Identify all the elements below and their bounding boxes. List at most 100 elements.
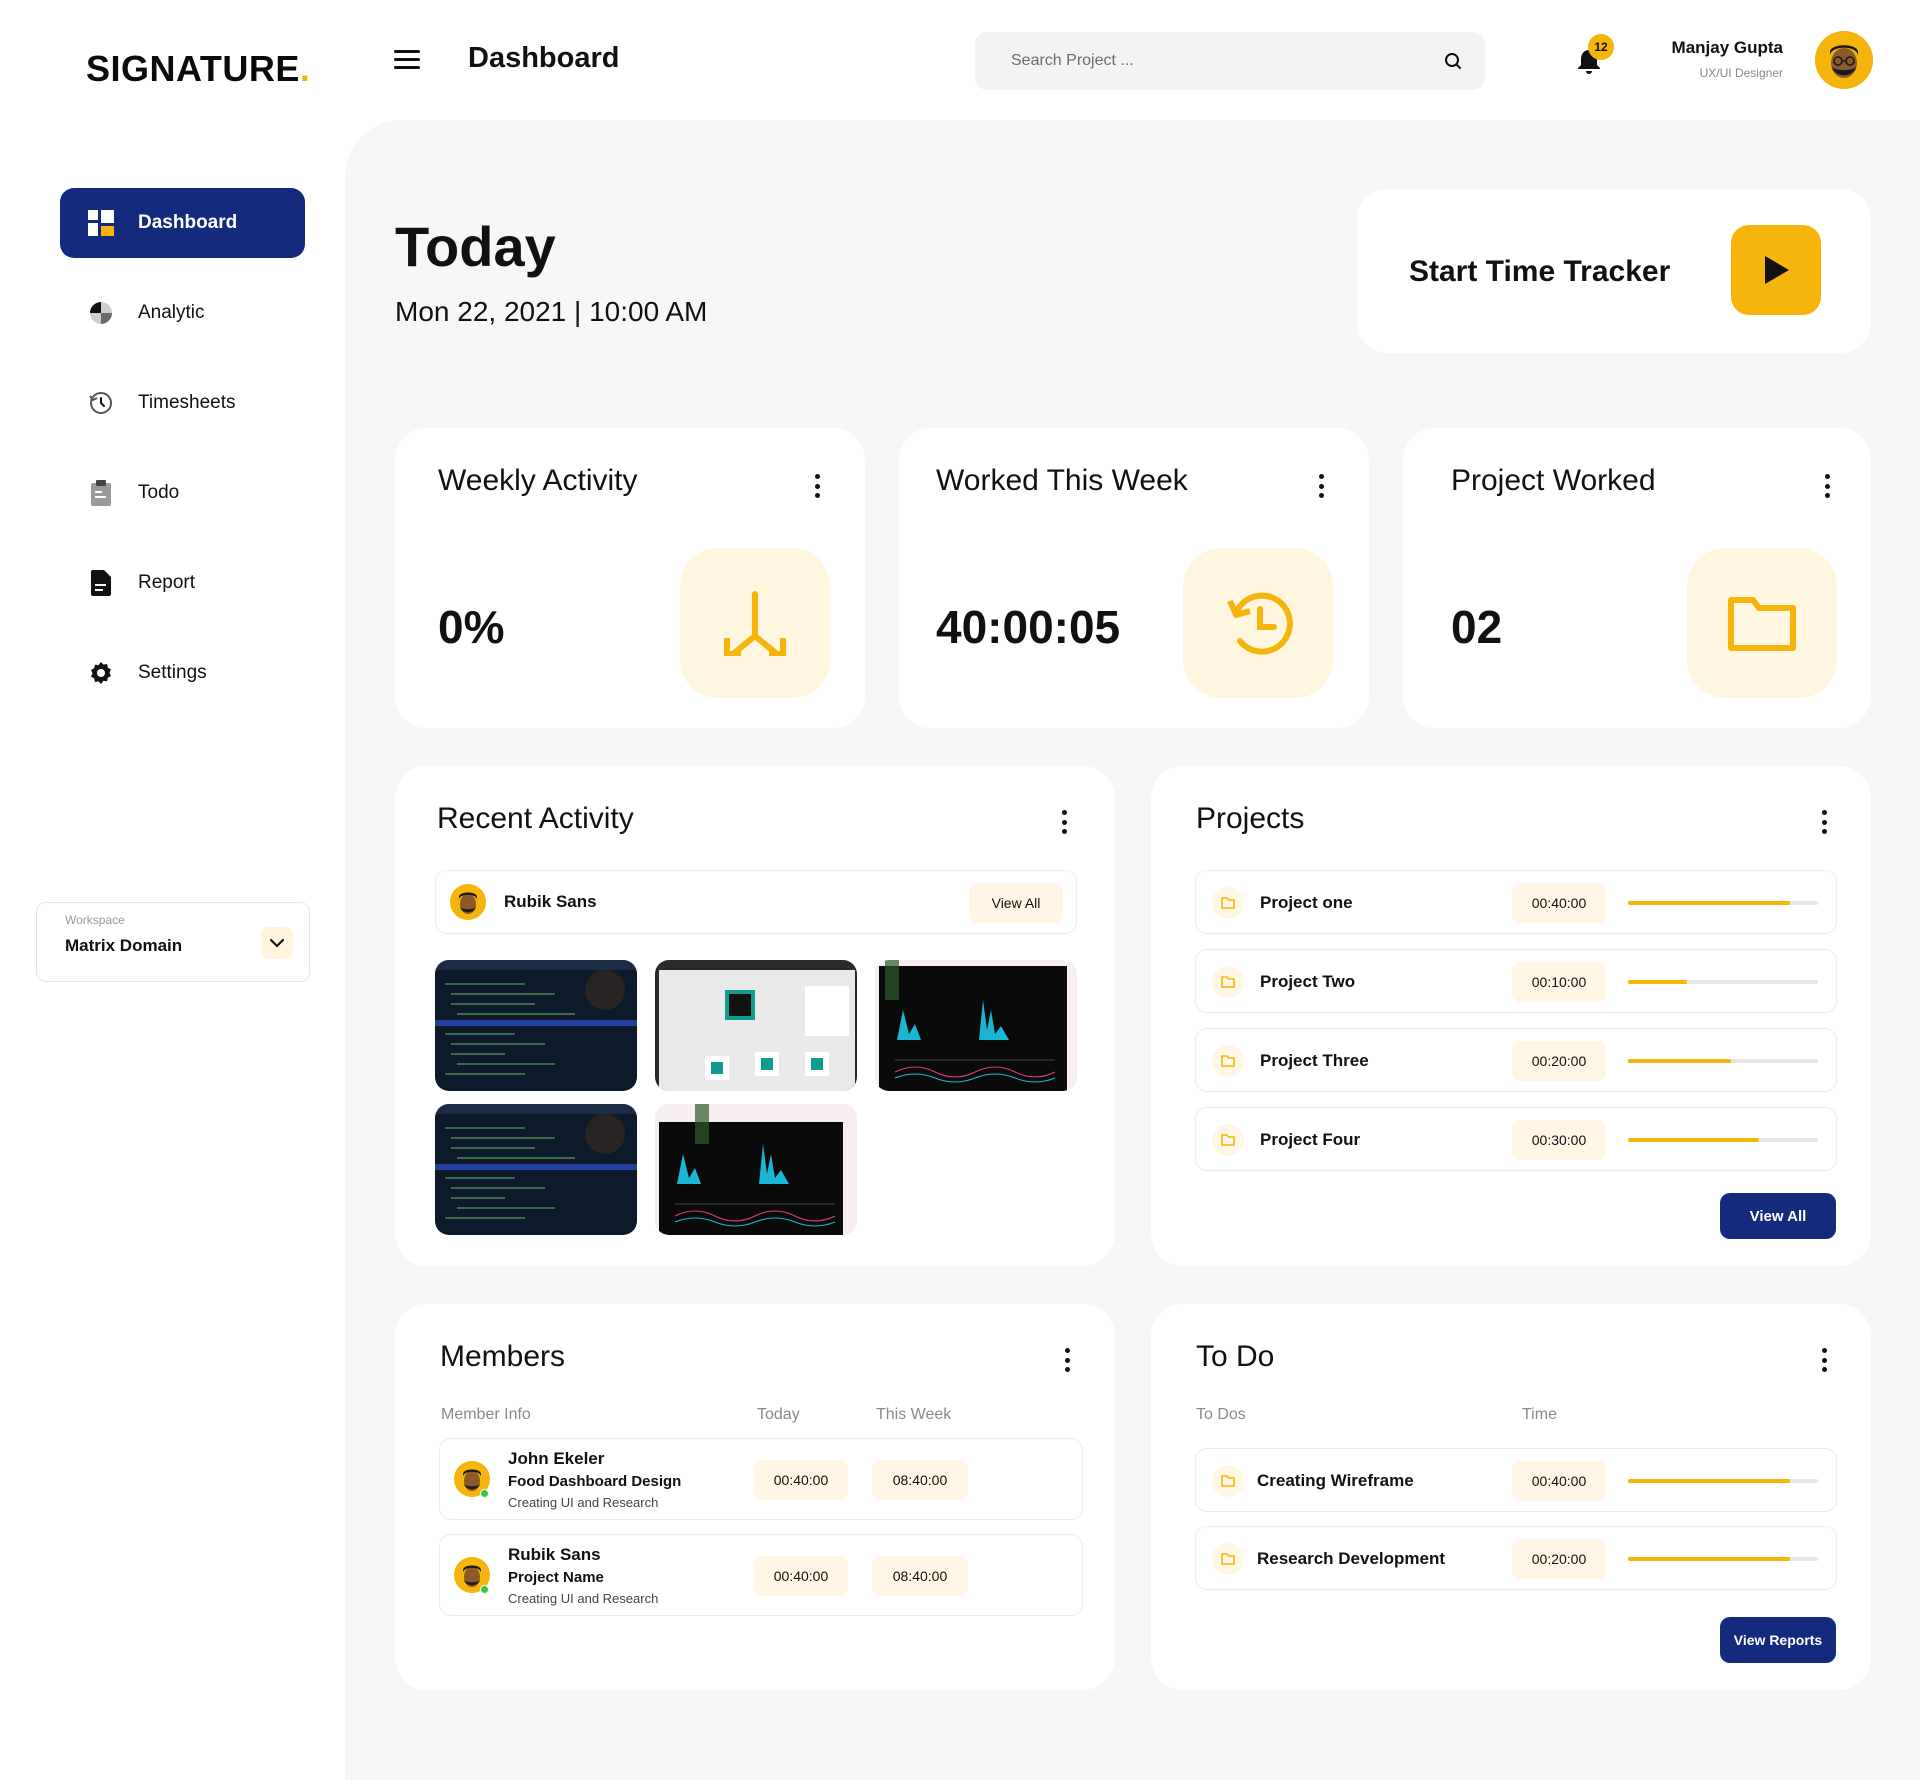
activity-user-name: Rubik Sans [504,892,597,911]
recent-activity-card: Recent Activity Rubik Sans View All [395,766,1115,1266]
member-week-time: 08:40:00 [872,1460,968,1500]
history-clock-icon [86,388,116,418]
project-row[interactable]: Project Two 00:10:00 [1195,949,1837,1013]
screenshot-thumbnail[interactable] [435,1104,637,1235]
progress-bar [1628,1479,1818,1483]
project-name: Project Three [1260,1051,1369,1070]
more-icon[interactable] [1822,474,1832,498]
pie-chart-icon [86,298,116,328]
more-icon[interactable] [812,474,822,498]
screenshot-thumbnail[interactable] [435,960,637,1091]
search-box[interactable] [975,32,1485,90]
page-title: Dashboard [468,42,620,74]
sidebar-item-settings[interactable]: Settings [60,638,305,708]
project-time: 00:10:00 [1512,962,1606,1002]
todo-name: Research Development [1257,1549,1446,1568]
sidebar-item-analytic[interactable]: Analytic [60,278,305,348]
worked-this-week-card: Worked This Week 40:00:05 [899,428,1369,728]
progress-bar [1628,1557,1818,1561]
folder-icon [1212,1543,1244,1575]
sidebar-item-label: Analytic [138,302,205,323]
more-icon[interactable] [1062,1348,1072,1372]
clipboard-icon [86,478,116,508]
screenshot-thumbnail[interactable] [655,1104,857,1235]
notification-badge: 12 [1588,34,1614,60]
project-time: 00:40:00 [1512,883,1606,923]
screenshot-thumbnail[interactable] [875,960,1077,1091]
member-name: John Ekeler [508,1449,605,1468]
time-tracker-card: Start Time Tracker [1357,189,1871,353]
progress-bar [1628,1138,1818,1142]
todo-card: To Do To Dos Time Creating Wireframe 00:… [1151,1304,1871,1690]
brand-name: SIGNATURE [86,48,300,89]
search-input[interactable] [1011,52,1443,70]
stat-title: Project Worked [1451,464,1656,497]
user-name[interactable]: Manjay Gupta [1672,38,1783,58]
todo-name: Creating Wireframe [1257,1471,1414,1490]
online-status-dot [480,1489,489,1498]
sidebar-item-label: Todo [138,482,180,503]
section-title: Projects [1196,802,1305,835]
today-heading: Today [395,215,556,278]
search-icon[interactable] [1443,51,1463,71]
online-status-dot [480,1585,489,1594]
progress-bar [1628,980,1818,984]
chevron-down-icon[interactable] [261,927,293,959]
project-row[interactable]: Project Four 00:30:00 [1195,1107,1837,1171]
more-icon[interactable] [1819,1348,1829,1372]
arrows-down-icon [680,548,830,698]
project-name: Project one [1260,893,1353,912]
screenshot-thumbnail[interactable] [655,960,857,1091]
progress-fill [1628,1138,1760,1142]
more-icon[interactable] [1316,474,1326,498]
user-role: UX/UI Designer [1699,66,1783,80]
stat-title: Weekly Activity [438,464,638,497]
stat-value: 02 [1451,601,1503,653]
section-title: Recent Activity [437,802,634,835]
sidebar-item-label: Timesheets [138,392,236,413]
sidebar-item-timesheets[interactable]: Timesheets [60,368,305,438]
progress-fill [1628,980,1687,984]
play-button[interactable] [1731,225,1821,315]
sidebar-nav: Dashboard Analytic Timesheets Todo Repor… [60,188,305,728]
member-row[interactable]: Rubik Sans Project Name Creating UI and … [439,1534,1083,1616]
todo-row[interactable]: Research Development 00:20:00 [1195,1526,1837,1590]
todo-row[interactable]: Creating Wireframe 00:40:00 [1195,1448,1837,1512]
brand-logo[interactable]: SIGNATURE. [86,48,310,90]
avatar [450,884,486,920]
folder-icon [1212,966,1244,998]
folder-icon [1212,887,1244,919]
projects-view-all-button[interactable]: View All [1720,1193,1836,1239]
sidebar-item-label: Settings [138,662,207,683]
sidebar-item-dashboard[interactable]: Dashboard [60,188,305,258]
section-title: To Do [1196,1340,1275,1373]
view-all-button[interactable]: View All [969,883,1063,923]
workspace-selector[interactable]: Workspace Matrix Domain [36,902,310,982]
workspace-label: Workspace [65,913,125,927]
column-header: Member Info [441,1406,531,1423]
member-project: Project Name [508,1569,604,1586]
member-task: Creating UI and Research [508,1495,659,1510]
column-header: Today [757,1406,800,1423]
menu-icon[interactable] [394,50,420,70]
project-name: Project Two [1260,972,1356,991]
sidebar-item-report[interactable]: Report [60,548,305,618]
view-reports-button[interactable]: View Reports [1720,1617,1836,1663]
project-row[interactable]: Project Three 00:20:00 [1195,1028,1837,1092]
user-avatar[interactable] [1815,31,1873,89]
activity-user-row: Rubik Sans View All [435,870,1077,934]
weekly-activity-card: Weekly Activity 0% [395,428,865,728]
more-icon[interactable] [1059,810,1069,834]
project-row[interactable]: Project one 00:40:00 [1195,870,1837,934]
time-tracker-label: Start Time Tracker [1409,255,1671,288]
todo-time: 00:20:00 [1512,1539,1606,1579]
more-icon[interactable] [1819,810,1829,834]
sidebar-item-todo[interactable]: Todo [60,458,305,528]
stat-value: 40:00:05 [936,601,1121,653]
play-icon [1765,256,1789,284]
projects-card: Projects Project one 00:40:00 Project Tw… [1151,766,1871,1266]
member-row[interactable]: John Ekeler Food Dashboard Design Creati… [439,1438,1083,1520]
folder-icon [1212,1045,1244,1077]
project-name: Project Four [1260,1130,1361,1149]
project-worked-card: Project Worked 02 [1403,428,1871,728]
